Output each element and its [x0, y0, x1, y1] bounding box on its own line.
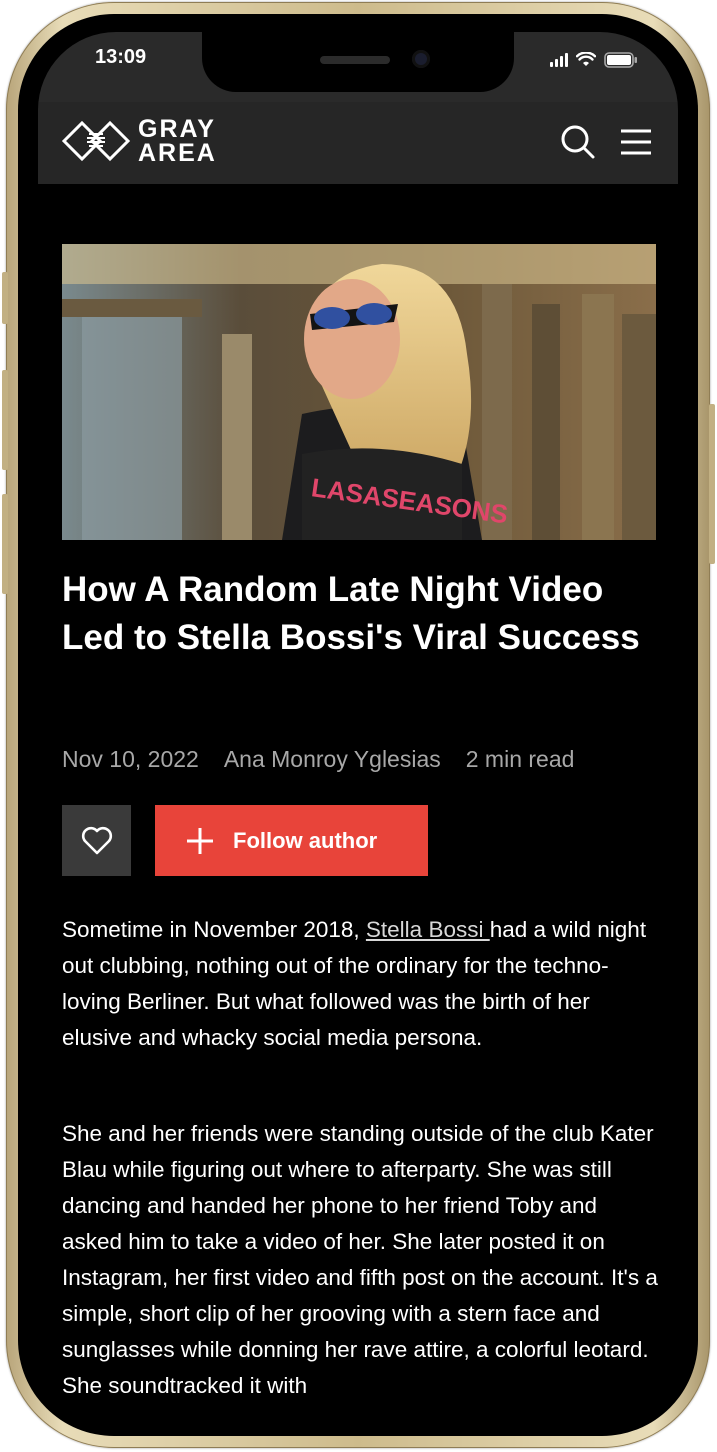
- article-read-time: 2 min read: [465, 746, 575, 772]
- wifi-icon: [576, 52, 596, 66]
- logo-line-gray: GRAY: [138, 115, 216, 143]
- hamburger-menu-icon[interactable]: [620, 128, 652, 156]
- app-header: GRAY AREA: [38, 102, 678, 184]
- article-title: How A Random Late Night Video Led to Ste…: [62, 570, 640, 657]
- mute-switch: [2, 272, 8, 324]
- hero-image: LASASEASONS: [62, 244, 656, 540]
- stella-bossi-link[interactable]: Stella Bossi: [366, 917, 490, 942]
- article-meta: Nov 10, 2022 Ana Monroy Yglesias 2 min r…: [62, 746, 574, 773]
- article-paragraph-1: Sometime in November 2018, Stella Bossi …: [62, 912, 660, 1056]
- battery-icon: [604, 52, 637, 68]
- like-button[interactable]: [62, 805, 131, 876]
- hero-photo-illustration: LASASEASONS: [62, 244, 656, 540]
- logo-text: GRAY AREA: [138, 115, 217, 167]
- plus-icon: [187, 827, 213, 854]
- volume-down-button: [2, 494, 8, 594]
- phone-bezel: 13:09 GRAY AREA LASASEASONS How A Random…: [18, 14, 698, 1436]
- logo-diamond-icon: [61, 120, 131, 162]
- status-icons: [550, 50, 638, 70]
- notch: [202, 32, 514, 92]
- speaker-grille: [320, 56, 390, 64]
- paragraph-1-intro: Sometime in November 2018,: [62, 917, 366, 942]
- article-paragraph-2: She and her friends were standing outsid…: [62, 1121, 658, 1398]
- search-icon[interactable]: [560, 124, 596, 160]
- logo-line-area: AREA: [138, 139, 217, 167]
- screen: 13:09 GRAY AREA LASASEASONS How A Random…: [38, 32, 678, 1418]
- follow-author-button[interactable]: Follow author: [155, 805, 428, 876]
- article-content: LASASEASONS How A Random Late Night Vide…: [38, 184, 678, 1418]
- front-camera: [412, 50, 430, 68]
- follow-author-label: Follow author: [233, 827, 378, 853]
- heart-icon: [81, 826, 112, 854]
- status-bar: 13:09: [38, 32, 678, 102]
- cellular-signal-icon: [550, 53, 568, 67]
- gray-area-logo[interactable]: GRAY AREA: [60, 116, 217, 166]
- article-author[interactable]: Ana Monroy Yglesias: [224, 746, 441, 773]
- article-date: Nov 10, 2022: [62, 746, 199, 772]
- volume-up-button: [2, 370, 8, 470]
- status-time: 13:09: [95, 46, 147, 68]
- power-button: [709, 404, 715, 564]
